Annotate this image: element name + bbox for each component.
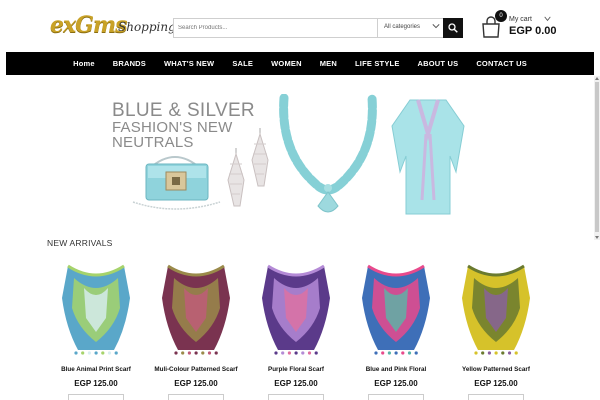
add-to-cart-button[interactable] <box>368 394 424 400</box>
cart-label: My cart <box>509 16 532 23</box>
cart-widget[interactable]: 0 My cart EGP 0.00 <box>480 10 560 42</box>
scroll-down-arrow[interactable] <box>595 236 599 239</box>
product-price: EGP 125.00 <box>174 379 218 388</box>
nav-item-sale[interactable]: SALE <box>223 59 262 68</box>
nav-item-home[interactable]: Home <box>64 59 104 68</box>
product-price: EGP 125.00 <box>274 379 318 388</box>
nav-item-contact-us[interactable]: CONTACT US <box>467 59 536 68</box>
scrollbar-thumb[interactable] <box>595 82 599 232</box>
scroll-up-arrow[interactable] <box>595 77 599 80</box>
product-price: EGP 125.00 <box>374 379 418 388</box>
search-bar: All categories <box>173 18 463 38</box>
product-price: EGP 125.00 <box>474 379 518 388</box>
nav-item-brands[interactable]: BRANDS <box>104 59 155 68</box>
banner-subheadline: FASHION'S NEW NEUTRALS <box>112 120 232 150</box>
nav-item-whats-new[interactable]: WHAT'S NEW <box>155 59 223 68</box>
cart-amount: EGP 0.00 <box>509 25 557 37</box>
product-image[interactable] <box>254 258 338 358</box>
blouse-image <box>391 99 465 215</box>
product-name[interactable]: Muli-Colour Patterned Scarf <box>150 366 242 373</box>
chevron-down-icon <box>544 16 551 22</box>
chevron-down-icon <box>432 24 440 29</box>
product-name[interactable]: Yellow Patterned Scarf <box>450 366 542 373</box>
add-to-cart-button[interactable] <box>168 394 224 400</box>
product-name[interactable]: Blue Animal Print Scarf <box>50 366 142 373</box>
product-card[interactable]: Yellow Patterned Scarf EGP 125.00 <box>450 258 542 400</box>
add-to-cart-button[interactable] <box>68 394 124 400</box>
nav-item-men[interactable]: MEN <box>311 59 346 68</box>
cart-count-badge: 0 <box>495 10 507 22</box>
product-image[interactable] <box>54 258 138 358</box>
product-card[interactable]: Blue Animal Print Scarf EGP 125.00 <box>50 258 142 400</box>
add-to-cart-button[interactable] <box>268 394 324 400</box>
banner-line-3: NEUTRALS <box>112 134 194 151</box>
product-name[interactable]: Blue and Pink Floral <box>350 366 442 373</box>
search-icon <box>448 23 458 33</box>
earrings-image <box>227 128 269 207</box>
product-card[interactable]: Muli-Colour Patterned Scarf EGP 125.00 <box>150 258 242 400</box>
product-name[interactable]: Purple Floral Scarf <box>250 366 342 373</box>
search-button[interactable] <box>443 18 463 38</box>
necklace-image <box>279 94 377 213</box>
logo-wordmark: exGms <box>50 12 128 38</box>
product-price: EGP 125.00 <box>74 379 118 388</box>
product-image[interactable] <box>154 258 238 358</box>
product-card[interactable]: Purple Floral Scarf EGP 125.00 <box>250 258 342 400</box>
search-input[interactable] <box>174 19 377 37</box>
nav-item-women[interactable]: WOMEN <box>262 59 311 68</box>
nav-item-life-style[interactable]: LIFE STYLE <box>346 59 409 68</box>
promo-banner[interactable]: BLUE & SILVER FASHION'S NEW NEUTRALS <box>100 88 480 220</box>
new-arrivals-heading: NEW ARRIVALS <box>47 238 113 248</box>
page-scrollbar[interactable] <box>594 76 600 240</box>
product-image[interactable] <box>454 258 538 358</box>
main-navigation: Home BRANDS WHAT'S NEW SALE WOMEN MEN LI… <box>6 52 594 75</box>
nav-item-about-us[interactable]: ABOUT US <box>409 59 468 68</box>
banner-line-2: FASHION'S NEW <box>112 119 233 136</box>
logo-subtitle: Shopping <box>118 20 176 34</box>
add-to-cart-button[interactable] <box>468 394 524 400</box>
product-card[interactable]: Blue and Pink Floral EGP 125.00 <box>350 258 442 400</box>
product-image[interactable] <box>354 258 438 358</box>
category-dropdown[interactable]: All categories <box>377 19 445 37</box>
handbag-image <box>132 156 221 210</box>
category-dropdown-value: All categories <box>384 24 421 30</box>
store-logo[interactable]: exGms Shopping <box>50 10 176 42</box>
